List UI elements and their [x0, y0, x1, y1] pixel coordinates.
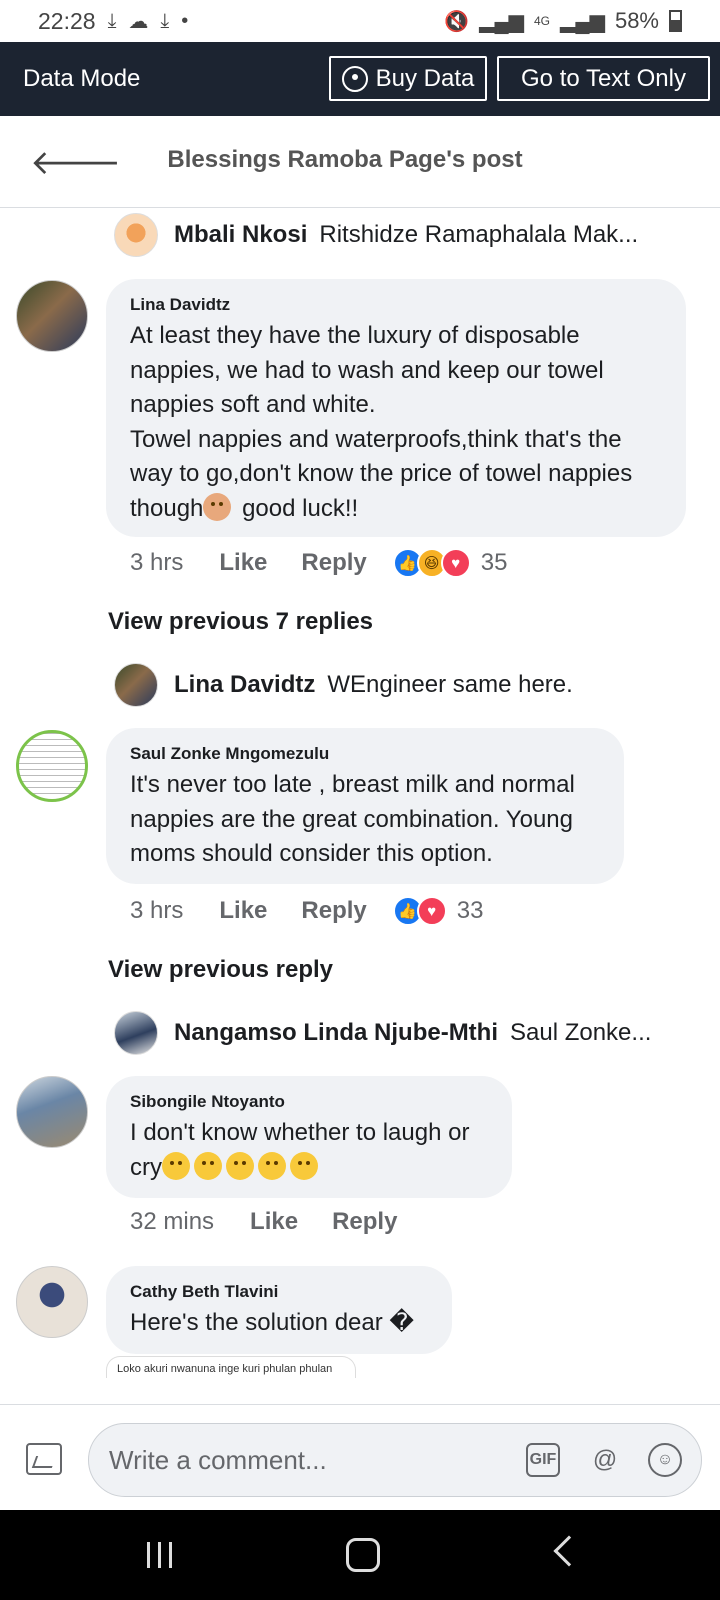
text-only-label: Go to Text Only: [521, 64, 686, 92]
network-type: 4G: [534, 14, 551, 28]
comment-text: At least they have the luxury of disposa…: [130, 319, 662, 526]
smirk-emoji-icon: [162, 1151, 190, 1180]
reaction-summary[interactable]: 👍 ♥ 33: [392, 896, 484, 926]
reaction-count: 33: [456, 897, 484, 924]
comment-text: I don't know whether to laugh or cry: [130, 1116, 488, 1185]
comment-actions: 3 hrs Like Reply 👍 😆 ♥ 35: [130, 548, 507, 578]
view-previous-replies-link[interactable]: View previous 7 replies: [108, 608, 373, 636]
reply-button[interactable]: Reply: [301, 897, 366, 925]
post-header: 🡐 Blessings Ramoba Page's post: [0, 116, 720, 208]
comment-bubble[interactable]: Cathy Beth Tlavini Here's the solution d…: [106, 1266, 452, 1354]
view-previous-replies-link[interactable]: View previous reply: [108, 956, 333, 984]
crying-emoji-icon: [290, 1151, 318, 1180]
signal-icon: ▂▄▆: [479, 10, 524, 33]
reply-text: Saul Zonke...: [510, 1019, 652, 1046]
person-shrugging-emoji-icon: [203, 492, 232, 521]
collapsed-reply[interactable]: Nangamso Linda Njube-Mthi Saul Zonke...: [114, 1010, 651, 1056]
comment-author[interactable]: Saul Zonke Mngomezulu: [130, 744, 600, 764]
comment-bubble[interactable]: Lina Davidtz At least they have the luxu…: [106, 279, 686, 537]
comment-composer: Write a comment... GIF @ ☺: [0, 1404, 720, 1510]
notification-dot-icon: •: [181, 9, 189, 32]
avatar[interactable]: [16, 280, 88, 352]
avatar[interactable]: [16, 730, 88, 802]
avatar[interactable]: [16, 1076, 88, 1148]
comment-actions: 32 mins Like Reply: [130, 1208, 431, 1236]
text-only-button[interactable]: Go to Text Only: [497, 56, 710, 101]
comments-list[interactable]: Mbali Nkosi Ritshidze Ramaphalala Mak...…: [0, 208, 720, 1404]
emoji-icon[interactable]: ☺: [648, 1443, 682, 1477]
reply-button[interactable]: Reply: [301, 549, 366, 577]
home-icon[interactable]: [346, 1538, 380, 1572]
page-title: Blessings Ramoba Page's post: [167, 146, 523, 173]
comment-text: Here's the solution dear �: [130, 1309, 415, 1336]
comment-actions: 3 hrs Like Reply 👍 ♥ 33: [130, 896, 483, 926]
battery-icon: [669, 10, 682, 32]
cloud-icon: ☁: [128, 10, 149, 33]
mute-icon: 🔇: [444, 10, 470, 33]
disappointed-emoji-icon: [194, 1151, 222, 1180]
comment-time: 3 hrs: [130, 897, 184, 924]
comment-text-body: At least they have the luxury of disposa…: [130, 322, 633, 522]
avatar[interactable]: [114, 1011, 158, 1055]
buy-data-label: Buy Data: [375, 64, 475, 92]
download-icon: ⤓: [160, 9, 170, 32]
attachment-preview[interactable]: Loko akuri nwanuna inge kuri phulan phul…: [106, 1356, 356, 1378]
like-button[interactable]: Like: [219, 549, 267, 577]
reply-button[interactable]: Reply: [332, 1208, 397, 1236]
comment-time: 3 hrs: [130, 549, 184, 576]
reaction-summary[interactable]: 👍 😆 ♥ 35: [392, 548, 508, 578]
data-mode-label: Data Mode: [23, 65, 141, 92]
reply-text: Ritshidze Ramaphalala Mak...: [319, 221, 639, 248]
mention-icon[interactable]: @: [588, 1443, 622, 1477]
back-icon[interactable]: [553, 1535, 585, 1567]
love-reaction-icon: ♥: [416, 896, 447, 926]
buy-data-button[interactable]: Buy Data: [329, 56, 487, 101]
status-time: 22:28: [38, 7, 96, 34]
love-reaction-icon: ♥: [440, 548, 471, 578]
broadcast-icon: [341, 65, 368, 92]
gif-icon[interactable]: GIF: [526, 1443, 560, 1477]
collapsed-reply[interactable]: Mbali Nkosi Ritshidze Ramaphalala Mak...: [114, 212, 638, 258]
avatar[interactable]: [114, 213, 158, 257]
reply-author[interactable]: Lina Davidtz: [174, 671, 315, 699]
avatar[interactable]: [114, 663, 158, 707]
reply-author[interactable]: Nangamso Linda Njube-Mthi: [174, 1019, 498, 1047]
reply-author[interactable]: Mbali Nkosi: [174, 221, 307, 249]
like-button[interactable]: Like: [219, 897, 267, 925]
comment-bubble[interactable]: Sibongile Ntoyanto I don't know whether …: [106, 1076, 512, 1198]
reaction-count: 35: [480, 549, 508, 576]
avatar[interactable]: [16, 1266, 88, 1338]
reply-text: WEngineer same here.: [327, 671, 573, 698]
comment-text: It's never too late , breast milk and no…: [130, 771, 575, 867]
collapsed-reply[interactable]: Lina Davidtz WEngineer same here.: [114, 662, 573, 708]
comment-bubble[interactable]: Saul Zonke Mngomezulu It's never too lat…: [106, 728, 624, 884]
comment-author[interactable]: Lina Davidtz: [130, 295, 662, 315]
comment-time: 32 mins: [130, 1208, 215, 1235]
battery-percent: 58%: [614, 8, 659, 33]
download-icon: ⤓: [107, 9, 117, 32]
photo-icon[interactable]: [26, 1443, 62, 1475]
signal-icon: ▂▄▆: [560, 10, 605, 33]
like-button[interactable]: Like: [250, 1208, 298, 1236]
recent-apps-icon[interactable]: [147, 1542, 177, 1568]
status-bar: 22:28 ⤓ ☁ ⤓ • 🔇 ▂▄▆ 4G ▂▄▆ 58%: [0, 0, 720, 42]
rofl-emoji-icon: [226, 1151, 254, 1180]
comment-author[interactable]: Sibongile Ntoyanto: [130, 1092, 488, 1112]
comment-text-end: good luck!!: [235, 494, 359, 522]
data-mode-bar: Data Mode Buy Data Go to Text Only: [0, 42, 720, 116]
crying-emoji-icon: [258, 1151, 286, 1180]
comment-author[interactable]: Cathy Beth Tlavini: [130, 1282, 428, 1302]
system-nav-bar: [0, 1510, 720, 1600]
